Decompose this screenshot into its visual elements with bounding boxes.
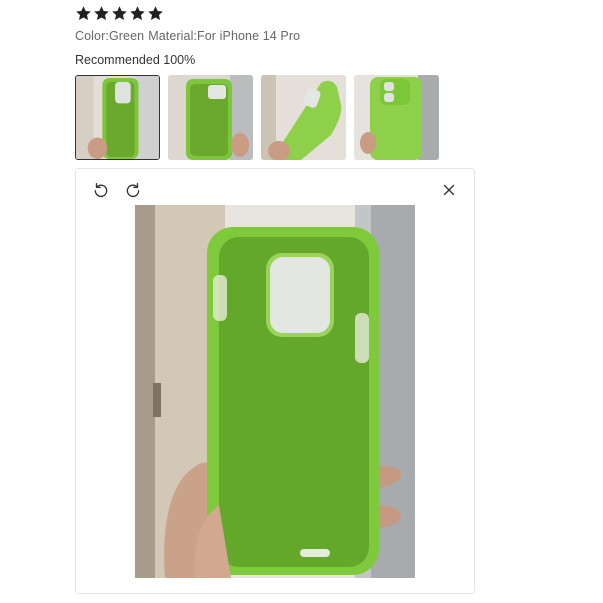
color-spec: Color:Green	[75, 29, 145, 43]
review-thumbnail-3[interactable]	[261, 75, 346, 160]
rotate-left-icon	[94, 182, 108, 198]
material-spec: Material:For iPhone 14 Pro	[148, 29, 301, 43]
phone-case-photo	[135, 205, 415, 578]
review-photo	[135, 205, 415, 578]
rotate-left-button[interactable]	[92, 181, 110, 199]
star-icon	[130, 6, 145, 21]
star-icon	[148, 6, 163, 21]
close-button[interactable]	[440, 181, 458, 199]
star-icon	[112, 6, 127, 21]
review-thumbnail-2[interactable]	[168, 75, 253, 160]
rotate-right-button[interactable]	[124, 181, 142, 199]
review-thumbnails	[75, 75, 439, 160]
rotate-right-icon	[126, 182, 140, 198]
review-thumbnail-1[interactable]	[75, 75, 160, 160]
star-icon	[94, 6, 109, 21]
star-icon	[76, 6, 91, 21]
review-spec: Color:Green Material:For iPhone 14 Pro	[75, 29, 300, 43]
review-thumbnail-4[interactable]	[354, 75, 439, 160]
image-viewer	[75, 168, 475, 594]
recommended-label: Recommended 100%	[75, 53, 196, 67]
star-rating	[75, 5, 164, 22]
close-icon	[443, 184, 455, 196]
